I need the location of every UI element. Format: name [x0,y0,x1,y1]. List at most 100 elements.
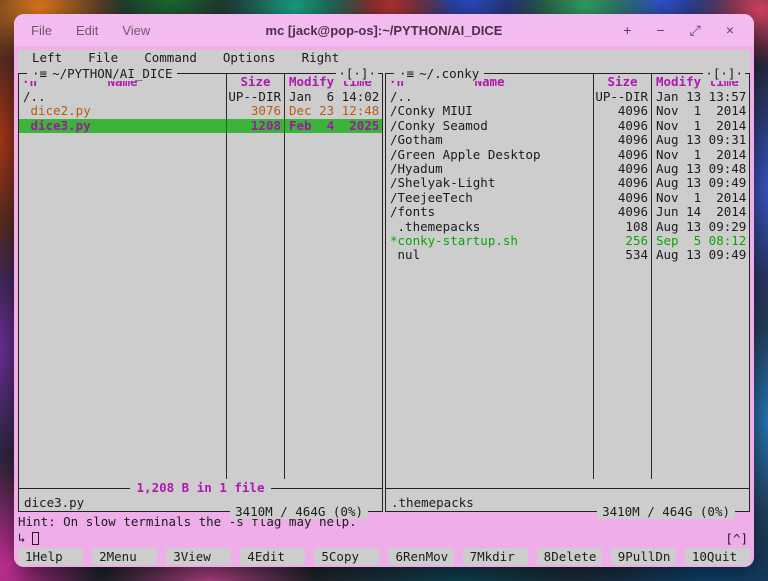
file-mtime [651,363,749,378]
file-name [19,248,226,262]
file-row[interactable]: /Conky Seamod 4096 Nov 1 2014 [386,118,749,134]
file-size [226,320,284,335]
file-name: .themepacks [390,219,481,234]
fnkey-help-button[interactable]: 1Help [18,548,84,565]
menubar-item-right[interactable]: Right [302,50,340,65]
file-row[interactable]: /Green Apple Desktop 4096 Nov 1 2014 [386,147,749,162]
file-name [386,335,593,349]
file-size [226,349,284,364]
panel-updir-marker[interactable]: ·[·]· [336,66,378,81]
file-row[interactable]: /TeejeeTech 4096 Nov 1 2014 [386,190,749,206]
file-mtime [284,233,382,249]
file-size [226,435,284,450]
file-size [226,291,284,306]
file-row[interactable]: nul 534 Aug 13 09:49 [386,247,749,263]
file-row[interactable]: /Hyadum 4096 Aug 13 09:48 [386,161,749,177]
file-mtime [284,363,382,378]
file-row[interactable]: dice2.py 3076 Dec 23 12:48 [19,103,382,119]
file-size [226,233,284,249]
menubar-item-options[interactable]: Options [223,50,276,65]
file-mtime [284,377,382,393]
file-row[interactable]: /Shelyak-Light 4096 Aug 13 09:49 [386,175,749,191]
fnkey-menu-button[interactable]: 2Menu [92,548,158,565]
fnkey-label: Quit [706,549,738,564]
file-mtime [284,349,382,364]
file-name [19,407,226,421]
titlebar-menu-view[interactable]: View [122,23,150,38]
file-row[interactable]: /Gotham 4096 Aug 13 09:31 [386,132,749,148]
file-size: 4096 [593,161,651,177]
fnkey-copy-button[interactable]: 5Copy [314,548,380,565]
file-row[interactable]: *conky-startup.sh 256 Sep 5 08:12 [386,233,749,249]
file-size [226,190,284,206]
file-list: /.. UP--DIR Jan 13 13:57/Conky MIUI 4096 Nov… [386,90,749,481]
file-name: dice2.py [23,104,91,119]
new-tab-icon[interactable]: + [623,22,631,39]
file-row[interactable]: /Conky MIUI 4096 Nov 1 2014 [386,103,749,119]
file-size [226,420,284,436]
file-row[interactable]: /.. UP--DIR Jan 6 14:02 [19,90,382,105]
file-row[interactable]: /fonts 4096 Jun 14 2014 [386,204,749,220]
menubar-item-file[interactable]: File [88,50,118,65]
disk-usage: 3410M / 464G (0%) [230,504,368,519]
file-size: 4096 [593,190,651,206]
mc-menubar: Left File Command Options Right [18,50,750,66]
history-up-button[interactable]: [^] [725,530,748,547]
file-name [19,378,226,392]
panel-updir-marker[interactable]: ·[·]· [703,66,745,81]
file-mtime [284,262,382,278]
file-size [226,248,284,263]
file-row-empty [386,392,749,407]
file-name [386,464,593,478]
file-name: nul [390,248,421,263]
minimize-icon[interactable]: − [656,22,664,39]
menubar-item-command[interactable]: Command [144,50,197,65]
window-titlebar[interactable]: File Edit View mc [jack@pop-os]:~/PYTHON/A… [14,14,754,46]
column-header-size[interactable]: Size [226,74,284,90]
fnkey-label: Copy [328,549,360,564]
file-size [593,334,651,350]
terminal-content: Left File Command Options Right ·≡ ~/PYTHON/A… [14,46,754,567]
panel-history-icon: ·≡ [32,66,48,81]
file-row-empty [386,349,749,364]
file-row[interactable]: /.. UP--DIR Jan 13 13:57 [386,90,749,105]
fnkey-delete-button[interactable]: 8Delete [536,548,602,565]
close-icon[interactable]: × [726,22,734,39]
panel-path[interactable]: ·≡ ~/.conky [394,66,485,81]
file-row[interactable]: dice3.py 1208 Feb 4 2025 [19,118,382,134]
fnkey-label: Delete [551,549,597,564]
file-name: /TeejeeTech [390,190,473,205]
fnkey-edit-button[interactable]: 4Edit [240,548,306,565]
fnkey-pulldn-button[interactable]: 9PullDn [610,548,676,565]
file-mtime [284,435,382,450]
fnkey-view-button[interactable]: 3View [166,548,232,565]
panel-path[interactable]: ·≡ ~/PYTHON/AI_DICE [27,66,178,81]
fnkey-renmov-button[interactable]: 6RenMov [388,548,454,565]
file-row[interactable]: .themepacks 108 Aug 13 09:29 [386,219,749,234]
file-row-empty [19,363,382,378]
fnkey-quit-button[interactable]: 10Quit [684,548,750,565]
column-header-size[interactable]: Size [593,74,651,90]
menubar-item-left[interactable]: Left [32,50,62,65]
file-mtime [651,320,749,335]
file-mtime [284,205,382,220]
fnkey-mkdir-button[interactable]: 7Mkdir [462,548,528,565]
file-mtime: Aug 13 09:49 [651,176,749,191]
file-size [226,133,284,148]
file-name [19,349,226,363]
titlebar-menu-edit[interactable]: Edit [76,23,98,38]
maximize-icon[interactable]: ⤢ [690,22,701,39]
file-mtime [284,449,382,465]
file-size [226,176,284,191]
file-mtime [651,277,749,292]
file-row-empty [386,435,749,450]
file-size: 3076 [226,103,284,119]
file-size: 4096 [593,147,651,162]
file-row-empty [19,464,382,479]
command-line[interactable]: ↳ [^] [18,530,750,547]
file-name [19,435,226,449]
file-size [593,435,651,450]
file-size [226,464,284,479]
fnkey-number: 1 [25,549,33,564]
titlebar-menu-file[interactable]: File [31,23,52,38]
